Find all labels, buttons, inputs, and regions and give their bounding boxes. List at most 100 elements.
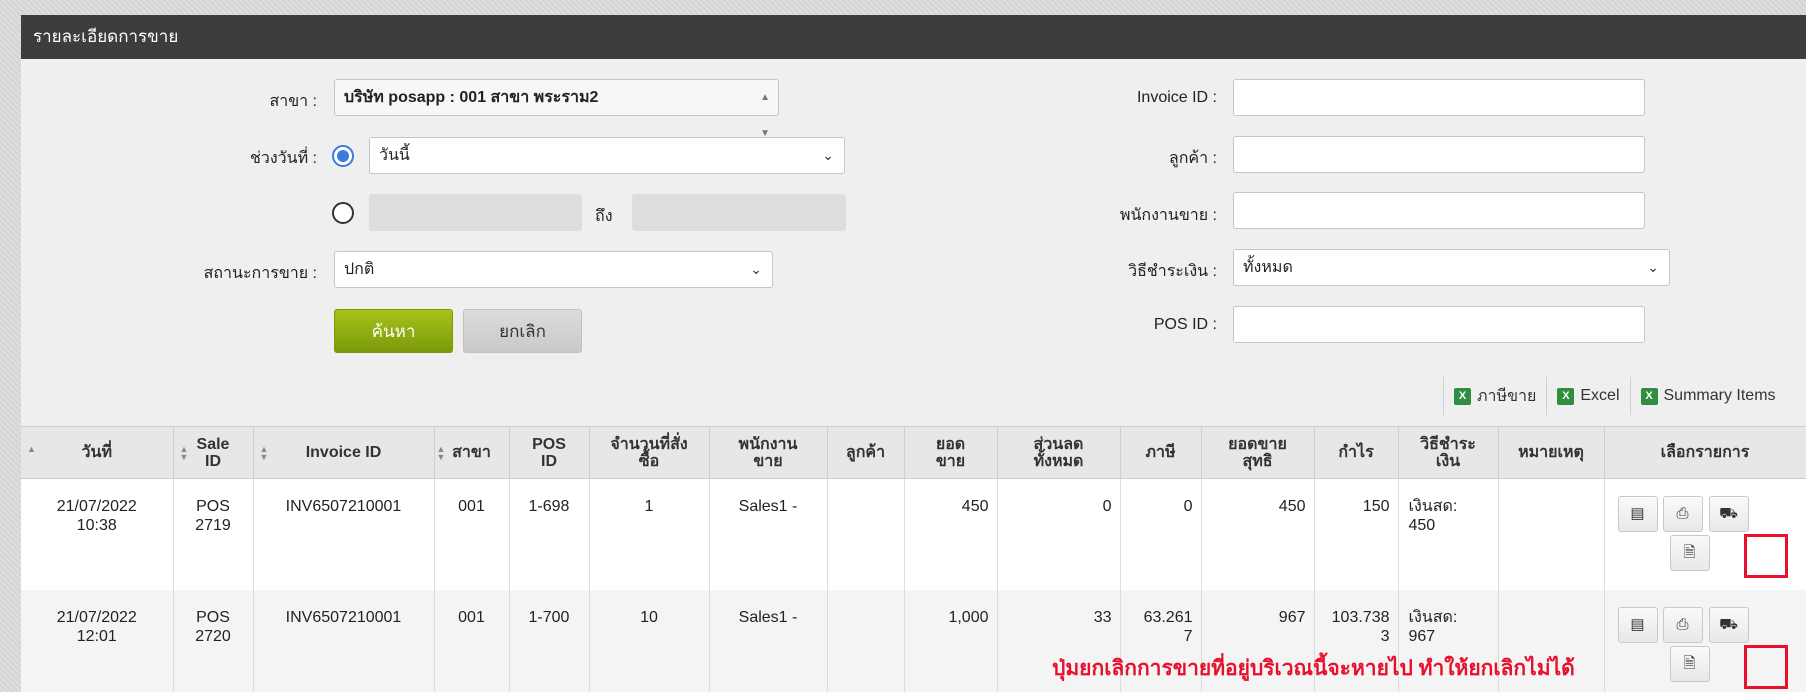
excel-icon: X	[1640, 387, 1658, 405]
delivery-button[interactable]: ⛟	[1708, 496, 1749, 532]
branch-label: สาขา :	[269, 93, 317, 110]
excel-icon: X	[1454, 387, 1471, 405]
cell-qty: 10	[589, 589, 710, 692]
cell-pos: 1-698	[509, 478, 590, 590]
cell-sale-id: POS 2719	[173, 478, 254, 590]
chevron-down-icon: ⌄	[822, 147, 834, 163]
table-header-row: ▲ วันที่ ▲ ▼ Sale ID ▲ ▼ Invoice ID ▲ ▼ สาขา PO…	[21, 426, 1806, 479]
export-toolbar: X ภาษีขาย X Excel X Summary Items	[1443, 377, 1786, 415]
sort-icon: ▲	[27, 444, 36, 454]
list-icon: ▤	[1630, 505, 1645, 522]
date-to-input[interactable]	[632, 194, 846, 231]
branch-select-value: บริษัท posapp : 001 สาขา พระราม2	[344, 89, 599, 106]
payment-label: วิธีชำระเงิน :	[1128, 263, 1217, 280]
cell-staff: Sales1 -	[709, 589, 828, 692]
chevron-down-icon: ⌄	[1647, 259, 1659, 275]
col-header-customer: ลูกค้า	[827, 426, 905, 479]
date-from-input[interactable]	[369, 194, 582, 231]
print-button[interactable]: ⎙	[1662, 496, 1703, 532]
cell-net: 450	[1201, 478, 1315, 590]
col-header-payment: วิธีชำระเงิน	[1398, 426, 1499, 479]
col-header-pos: POS ID	[509, 426, 590, 479]
detail-button[interactable]: ▤	[1617, 496, 1658, 532]
col-header-action: เลือกรายการ	[1604, 426, 1806, 479]
daterange-preset-select[interactable]: วันนี้ ⌄	[369, 137, 845, 174]
col-header-staff: พนักงานขาย	[709, 426, 828, 479]
col-header-qty: จำนวนที่สั่งซื้อ	[589, 426, 710, 479]
sort-icon: ▲ ▼	[259, 444, 269, 462]
invoice-input[interactable]	[1233, 79, 1645, 116]
cell-tax: 0	[1120, 478, 1202, 590]
cell-note	[1498, 478, 1605, 590]
print-icon: ⎙	[1676, 505, 1689, 522]
col-header-branch[interactable]: ▲ ▼ สาขา	[434, 426, 510, 479]
annotation-highlight-box	[1744, 645, 1788, 689]
truck-icon: ⛟	[1719, 615, 1738, 633]
cell-sales: 450	[904, 478, 998, 590]
delivery-button[interactable]: ⛟	[1708, 606, 1749, 643]
status-select[interactable]: ปกติ ⌄	[334, 251, 773, 288]
cell-customer	[827, 589, 905, 692]
export-excel-button[interactable]: X Excel	[1546, 377, 1629, 415]
document-button[interactable]: 🗎	[1669, 535, 1710, 571]
col-header-profit: กำไร	[1314, 426, 1399, 479]
daterange-custom-radio[interactable]	[332, 202, 354, 224]
print-button[interactable]: ⎙	[1662, 606, 1703, 643]
cell-payment: เงินสด: 450	[1398, 478, 1499, 590]
excel-icon: X	[1557, 387, 1575, 405]
document-icon: 🗎	[1683, 654, 1696, 672]
cancel-button[interactable]: ยกเลิก	[463, 309, 582, 353]
export-tax-label: ภาษีขาย	[1477, 387, 1537, 405]
cell-date: 21/07/2022 10:38	[21, 478, 174, 590]
customer-label: ลูกค้า :	[1168, 150, 1217, 167]
cell-customer	[827, 478, 905, 590]
cell-sale-id: POS 2720	[173, 589, 254, 692]
branch-select[interactable]: บริษัท posapp : 001 สาขา พระราม2 ▲ ▼	[334, 79, 779, 139]
cell-sales: 1,000	[904, 589, 998, 692]
cell-branch: 001	[434, 478, 510, 590]
document-button[interactable]: 🗎	[1669, 645, 1710, 682]
salesperson-input[interactable]	[1233, 192, 1645, 229]
pos-label: POS ID :	[1153, 316, 1217, 333]
col-header-note: หมายเหตุ	[1498, 426, 1605, 479]
export-tax-button[interactable]: X ภาษีขาย	[1443, 377, 1546, 415]
col-header-net: ยอดขายสุทธิ	[1201, 426, 1315, 479]
col-header-sales: ยอดขาย	[904, 426, 998, 479]
chevron-down-icon: ⌄	[750, 261, 762, 277]
salesperson-label: พนักงานขาย :	[1119, 207, 1217, 224]
document-icon: 🗎	[1683, 544, 1696, 561]
daterange-preset-radio[interactable]	[332, 145, 354, 167]
payment-select-value: ทั้งหมด	[1243, 259, 1293, 276]
date-to-label: ถึง	[595, 208, 613, 225]
col-header-tax: ภาษี	[1120, 426, 1202, 479]
customer-input[interactable]	[1233, 136, 1645, 173]
sales-detail-panel: รายละเอียดการขาย สาขา : บริษัท posapp : …	[21, 15, 1806, 692]
annotation-note: ปุ่มยกเลิกการขายที่อยู่บริเวณนี้จะหายไป …	[1052, 657, 1575, 680]
cell-profit: 150	[1314, 478, 1399, 590]
export-summary-button[interactable]: X Summary Items	[1629, 377, 1786, 415]
export-summary-label: Summary Items	[1663, 387, 1776, 404]
pos-input[interactable]	[1233, 306, 1645, 343]
cell-invoice: INV6507210001	[253, 589, 435, 692]
cell-date: 21/07/2022 12:01	[21, 589, 174, 692]
sort-icon: ▲ ▼	[436, 444, 446, 462]
col-header-date[interactable]: ▲ วันที่	[21, 426, 174, 479]
cell-branch: 001	[434, 589, 510, 692]
daterange-preset-value: วันนี้	[379, 147, 410, 164]
list-icon: ▤	[1630, 615, 1645, 633]
invoice-label: Invoice ID :	[1136, 89, 1217, 106]
status-label: สถานะการขาย :	[203, 265, 317, 282]
annotation-highlight-box	[1744, 534, 1788, 578]
cell-invoice: INV6507210001	[253, 478, 435, 590]
search-button[interactable]: ค้นหา	[334, 309, 453, 353]
detail-button[interactable]: ▤	[1617, 606, 1658, 643]
export-excel-label: Excel	[1580, 387, 1620, 404]
table-row: 21/07/2022 10:38 POS 2719 INV6507210001 00…	[21, 478, 1806, 590]
cell-pos: 1-700	[509, 589, 590, 692]
col-header-invoice[interactable]: ▲ ▼ Invoice ID	[253, 426, 435, 479]
panel-title: รายละเอียดการขาย	[21, 15, 1806, 59]
truck-icon: ⛟	[1719, 505, 1738, 522]
cell-staff: Sales1 -	[709, 478, 828, 590]
col-header-sale-id[interactable]: ▲ ▼ Sale ID	[173, 426, 254, 479]
payment-select[interactable]: ทั้งหมด ⌄	[1233, 249, 1670, 286]
